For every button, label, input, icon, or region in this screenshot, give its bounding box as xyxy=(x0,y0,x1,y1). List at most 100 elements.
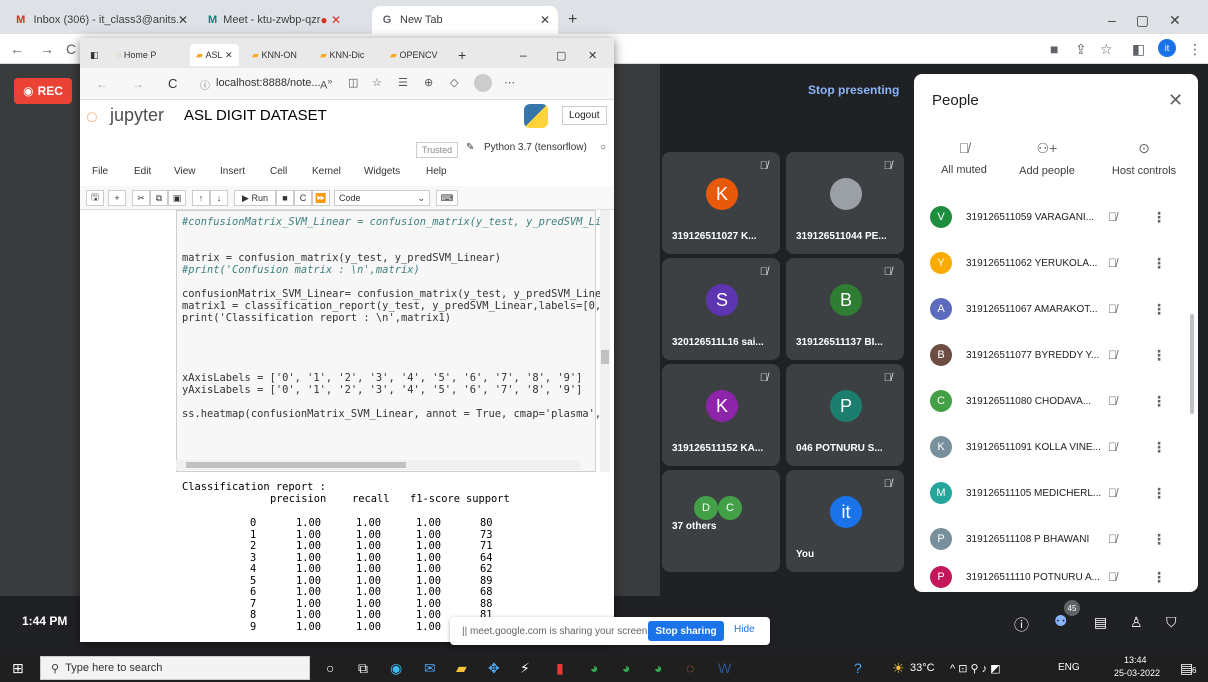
more-options-icon[interactable]: ⋮ xyxy=(1152,255,1166,272)
others-tile[interactable]: D C 37 others xyxy=(662,470,780,572)
mail-app-icon[interactable]: ✉ xyxy=(424,660,436,677)
read-aloud-icon[interactable]: A» xyxy=(320,76,332,92)
share-icon[interactable]: ⇪ xyxy=(1075,41,1087,58)
menu-dots-icon[interactable]: ⋯ xyxy=(504,76,515,89)
all-muted-button[interactable]: 🎙̸ All muted xyxy=(934,140,994,176)
restart-icon[interactable]: C xyxy=(294,190,312,206)
people-list-item[interactable]: K 319126511091 KOLLA VINE... 🎙̸ ⋮ xyxy=(914,424,1198,470)
menu-help[interactable]: Help xyxy=(426,166,447,177)
participant-tile[interactable]: 🎙̸ K 319126511152 KA... xyxy=(662,364,780,466)
participant-tile[interactable]: 🎙̸ S 320126511L16 sai... xyxy=(662,258,780,360)
office-icon[interactable]: ▮ xyxy=(556,660,564,677)
chrome-tab-newtab[interactable]: G New Tab ✕ xyxy=(372,6,558,34)
people-scrollbar[interactable] xyxy=(1190,314,1194,414)
code-line[interactable]: matrix1 = classification_report(y_test, … xyxy=(182,300,601,312)
edge-tab[interactable]: ▰ OPENCV xyxy=(390,44,437,66)
file-explorer-icon[interactable]: ▰ xyxy=(456,660,467,677)
code-line[interactable]: ss.heatmap(confusionMatrix_SVM_Linear, a… xyxy=(182,408,601,420)
paste-icon[interactable]: ▣ xyxy=(168,190,186,206)
fast-forward-icon[interactable]: ⏩ xyxy=(312,190,330,206)
menu-edit[interactable]: Edit xyxy=(134,166,151,177)
profile-avatar[interactable]: it xyxy=(1158,39,1176,57)
people-icon[interactable]: ⚉ xyxy=(1054,612,1067,630)
clock-date[interactable]: 25-03-2022 xyxy=(1114,668,1160,678)
clock-time[interactable]: 13:44 xyxy=(1124,655,1147,665)
cell-type-select[interactable]: Code ⌄ xyxy=(334,190,430,206)
stop-icon[interactable]: ■ xyxy=(276,190,294,206)
code-line[interactable]: confusionMatrix_SVM_Linear= confusion_ma… xyxy=(182,288,601,300)
save-icon[interactable]: 🖫 xyxy=(86,190,104,206)
code-line[interactable]: #print('Confusion matrix : \n',matrix) xyxy=(182,264,420,276)
chrome-tab-meet[interactable]: M Meet - ktu-zwbp-qzr ● ✕ xyxy=(200,6,340,34)
close-icon[interactable]: ✕ xyxy=(540,13,550,27)
code-scrollbar-horizontal[interactable] xyxy=(176,460,580,470)
edge-tab-active[interactable]: ▰ ASL ✕ xyxy=(190,44,239,66)
code-cell[interactable] xyxy=(176,210,596,472)
activities-icon[interactable]: ♙ xyxy=(1130,614,1143,631)
reload-icon[interactable]: C xyxy=(168,76,177,91)
more-options-icon[interactable]: ⋮ xyxy=(1152,569,1166,586)
keyboard-icon[interactable]: ⌨ xyxy=(436,190,458,206)
code-scrollbar-vertical[interactable] xyxy=(600,210,610,472)
menu-view[interactable]: View xyxy=(174,166,196,177)
reload-icon[interactable]: C xyxy=(66,41,76,57)
reader-icon[interactable]: ◫ xyxy=(348,76,358,89)
close-window-icon[interactable]: ✕ xyxy=(1169,12,1181,29)
favorites-icon[interactable]: ☰ xyxy=(398,76,408,89)
dropbox-icon[interactable]: ✥ xyxy=(488,660,500,677)
code-line[interactable]: matrix = confusion_matrix(y_test, y_pred… xyxy=(182,252,501,264)
app-icon[interactable]: ⚡ xyxy=(520,660,530,677)
menu-cell[interactable]: Cell xyxy=(270,166,287,177)
maximize-icon[interactable]: ▢ xyxy=(556,44,566,66)
edge-app-icon[interactable]: ◉ xyxy=(390,660,402,677)
menu-dots-icon[interactable]: ⋮ xyxy=(1188,41,1202,58)
edge-tab[interactable]: ▰ KNN-Dic xyxy=(320,44,364,66)
menu-file[interactable]: File xyxy=(92,166,108,177)
stop-presenting-button[interactable]: Stop presenting xyxy=(808,83,899,97)
new-tab-button[interactable]: + xyxy=(458,44,466,66)
self-tile[interactable]: 🎙̸ it You xyxy=(786,470,904,572)
collections-icon[interactable]: ⊕ xyxy=(424,76,433,89)
close-icon[interactable]: ✕ xyxy=(178,13,188,27)
jupyter-logo-icon[interactable]: ◌ xyxy=(86,106,98,129)
participant-tile[interactable]: 🎙̸ K 319126511027 K... xyxy=(662,152,780,254)
jupyter-app-icon[interactable]: ◌ xyxy=(686,660,694,676)
bookmark-star-icon[interactable]: ☆ xyxy=(1100,41,1113,58)
people-list-item[interactable]: A 319126511067 AMARAKOT... 🎙̸ ⋮ xyxy=(914,286,1198,332)
hide-button[interactable]: Hide xyxy=(734,624,755,635)
people-list-item[interactable]: B 319126511077 BYREDDY Y... 🎙̸ ⋮ xyxy=(914,332,1198,378)
windows-start-icon[interactable]: ⊞ xyxy=(12,660,24,677)
tray-icons[interactable]: ^ ⊡ ⚲ ♪ ◩ xyxy=(950,662,1001,675)
copy-icon[interactable]: ⧉ xyxy=(150,190,168,206)
people-list-item[interactable]: C 319126511080 CHODAVA... 🎙̸ ⋮ xyxy=(914,378,1198,424)
close-window-icon[interactable]: ✕ xyxy=(588,44,597,66)
chrome-app-icon[interactable]: ◕ xyxy=(654,660,662,676)
help-icon[interactable]: ? xyxy=(854,660,862,676)
more-options-icon[interactable]: ⋮ xyxy=(1152,301,1166,318)
code-line[interactable]: print('Classification report : \n',matri… xyxy=(182,312,451,324)
people-list-item[interactable]: V 319126511059 VARAGANI... 🎙̸ ⋮ xyxy=(914,194,1198,240)
more-options-icon[interactable]: ⋮ xyxy=(1152,485,1166,502)
logout-button[interactable]: Logout xyxy=(562,106,607,125)
participant-tile[interactable]: 🎙̸ 319126511044 PE... xyxy=(786,152,904,254)
back-icon[interactable]: ← xyxy=(10,41,24,57)
more-options-icon[interactable]: ⋮ xyxy=(1152,347,1166,364)
code-line[interactable]: yAxisLabels = ['0', '1', '2', '3', '4', … xyxy=(182,384,582,396)
maximize-icon[interactable]: ▢ xyxy=(1136,12,1149,29)
menu-kernel[interactable]: Kernel xyxy=(312,166,341,177)
url-field[interactable]: localhost:8888/note... xyxy=(216,77,321,89)
code-line[interactable]: xAxisLabels = ['0', '1', '2', '3', '4', … xyxy=(182,372,582,384)
add-people-button[interactable]: ⚇+ Add people xyxy=(1012,140,1082,177)
camera-icon[interactable]: ■ xyxy=(1050,41,1058,57)
people-list-item[interactable]: M 319126511105 MEDICHERL... 🎙̸ ⋮ xyxy=(914,470,1198,516)
new-tab-button[interactable]: + xyxy=(560,6,584,34)
cut-icon[interactable]: ✂ xyxy=(132,190,150,206)
people-list-item[interactable]: Y 319126511062 YERUKOLA... 🎙̸ ⋮ xyxy=(914,240,1198,286)
participant-tile[interactable]: 🎙̸ P 046 POTNURU S... xyxy=(786,364,904,466)
notebook-title[interactable]: ASL DIGIT DATASET xyxy=(184,107,327,124)
scroll-thumb[interactable] xyxy=(601,350,609,364)
word-app-icon[interactable]: W xyxy=(718,660,731,676)
window-controls[interactable]: – ▢ ✕ xyxy=(1100,6,1200,34)
add-cell-icon[interactable]: + xyxy=(108,190,126,206)
sidepanel-icon[interactable]: ◧ xyxy=(1132,41,1145,58)
